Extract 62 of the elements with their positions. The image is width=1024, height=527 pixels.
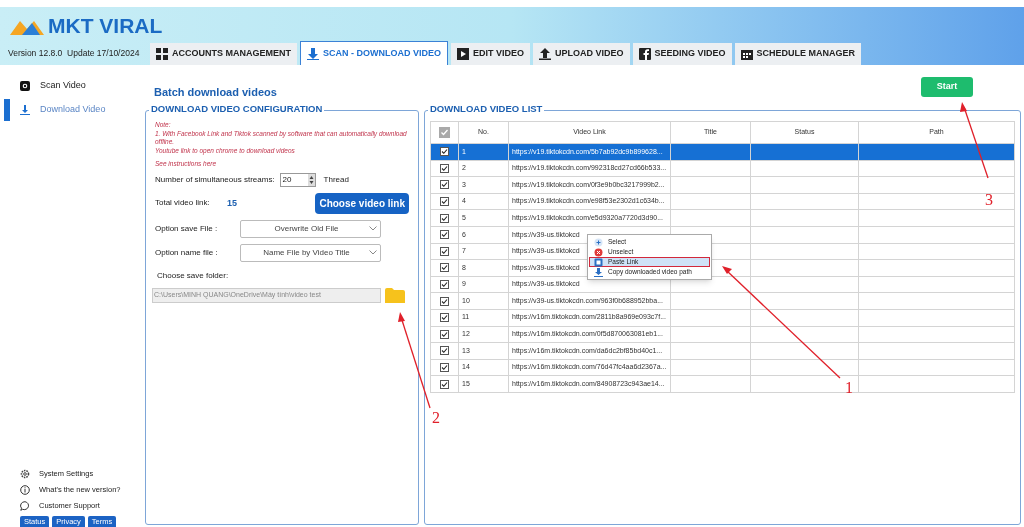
save-option-dropdown[interactable]: Overwrite Old File — [240, 219, 381, 238]
checkbox[interactable] — [440, 230, 449, 240]
annotation-number: 1 — [845, 380, 853, 396]
info-icon — [20, 484, 30, 495]
streams-spinner[interactable]: 20 — [279, 172, 316, 187]
plus-icon — [594, 237, 603, 247]
tab[interactable]: SCHEDULE MANAGER — [734, 43, 862, 65]
streams-label: Number of simultaneous streams: — [155, 173, 275, 186]
gear-icon — [20, 468, 30, 479]
checkbox[interactable] — [440, 246, 449, 256]
page-title: Batch download videos — [154, 87, 277, 98]
folder-label: Choose save folder: — [157, 269, 230, 282]
annotation-number: 2 — [432, 410, 440, 426]
total-count: 15 — [227, 196, 237, 210]
name-option-label: Option name file : — [155, 246, 219, 259]
name-option-dropdown[interactable]: Name File by Video Title — [240, 243, 381, 262]
film-icon — [457, 48, 469, 60]
choose-video-link-button[interactable]: Choose video link — [315, 192, 409, 214]
checkbox[interactable] — [440, 180, 449, 190]
spinner-arrows-icon — [307, 173, 315, 186]
annotation-number: 3 — [985, 192, 993, 208]
checkbox[interactable] — [440, 363, 449, 372]
app-logo: MKT VIRAL — [48, 15, 163, 36]
tab[interactable]: SEEDING VIDEO — [632, 43, 732, 65]
checkbox[interactable] — [440, 263, 449, 273]
download-icon — [307, 47, 319, 60]
panel-title: DOWNLOAD VIDEO LIST — [428, 104, 545, 114]
download-icon — [20, 105, 30, 115]
clipboard-icon — [594, 257, 603, 267]
checkbox[interactable] — [440, 296, 449, 306]
cross-icon — [594, 247, 603, 257]
checkbox[interactable] — [440, 280, 449, 290]
panel-title: DOWNLOAD VIDEO CONFIGURATION — [149, 104, 325, 114]
checkbox[interactable] — [440, 213, 449, 223]
facebook-icon — [638, 48, 651, 60]
checkbox[interactable] — [440, 197, 449, 207]
total-label: Total video link: — [155, 197, 211, 210]
checkbox[interactable] — [440, 163, 449, 173]
sidebar-item[interactable]: Scan Video — [0, 75, 145, 97]
tab[interactable]: ACCOUNTS MANAGEMENT — [150, 43, 297, 65]
checkbox[interactable] — [440, 313, 449, 323]
selection-bar — [4, 99, 10, 121]
checkbox[interactable] — [440, 346, 449, 356]
version-text: Version 12.8.0 Update 17/10/2024 — [7, 47, 141, 61]
grid-icon — [156, 48, 168, 60]
calendar-icon — [740, 48, 753, 60]
chat-icon — [20, 500, 30, 511]
download-icon — [594, 267, 603, 277]
save-option-label: Option save File : — [155, 222, 219, 235]
select-all-checkbox[interactable] — [439, 127, 450, 138]
camera-icon — [20, 81, 30, 91]
checkbox[interactable] — [440, 147, 449, 157]
streams-unit: Thread — [323, 173, 349, 186]
tab[interactable]: UPLOAD VIDEO — [533, 43, 630, 65]
tab[interactable]: EDIT VIDEO — [451, 43, 530, 65]
sidebar-item[interactable]: Download Video — [0, 99, 145, 121]
checkbox[interactable] — [440, 379, 449, 389]
upload-icon — [539, 48, 551, 60]
chevron-down-icon — [369, 250, 377, 256]
chevron-down-icon — [369, 226, 377, 232]
checkbox[interactable] — [440, 329, 449, 339]
tab[interactable]: SCAN - DOWNLOAD VIDEO — [300, 41, 448, 65]
